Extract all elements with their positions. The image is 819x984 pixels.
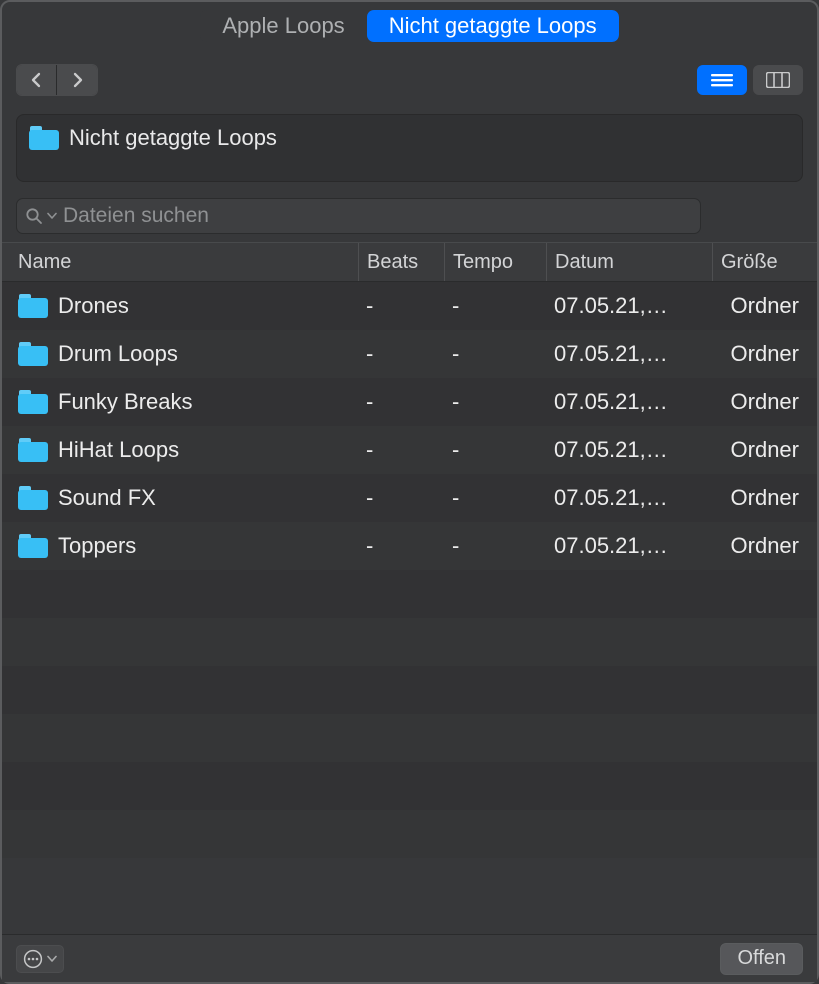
cell-beats: - — [358, 293, 444, 319]
list-icon — [711, 73, 733, 87]
chevron-down-icon[interactable] — [47, 212, 57, 220]
cell-beats: - — [358, 341, 444, 367]
table-row[interactable]: Drum Loops - - 07.05.21,… Ordner — [2, 330, 817, 378]
search-container — [16, 198, 803, 234]
search-icon — [25, 207, 43, 225]
search-input[interactable] — [61, 203, 692, 229]
columns-icon — [766, 72, 790, 88]
cell-size: Ordner — [712, 437, 817, 463]
cell-size: Ordner — [712, 341, 817, 367]
table-row[interactable]: Sound FX - - 07.05.21,… Ordner — [2, 474, 817, 522]
folder-icon — [18, 438, 48, 462]
cell-date: 07.05.21,… — [546, 437, 712, 463]
folder-icon — [18, 390, 48, 414]
column-size[interactable]: Größe — [712, 243, 817, 281]
file-name: HiHat Loops — [58, 437, 179, 463]
cell-tempo: - — [444, 533, 546, 559]
table-row[interactable]: Funky Breaks - - 07.05.21,… Ordner — [2, 378, 817, 426]
back-button[interactable] — [17, 65, 57, 95]
ellipsis-circle-icon — [23, 949, 43, 969]
file-name: Drones — [58, 293, 129, 319]
cell-size: Ordner — [712, 533, 817, 559]
cell-date: 07.05.21,… — [546, 485, 712, 511]
folder-icon — [29, 126, 59, 150]
table-row[interactable]: HiHat Loops - - 07.05.21,… Ordner — [2, 426, 817, 474]
folder-icon — [18, 534, 48, 558]
cell-tempo: - — [444, 485, 546, 511]
cell-tempo: - — [444, 437, 546, 463]
column-tempo[interactable]: Tempo — [444, 243, 546, 281]
chevron-left-icon — [31, 72, 42, 88]
path-well[interactable]: Nicht getaggte Loops — [16, 114, 803, 182]
table-row-empty — [2, 570, 817, 618]
open-button[interactable]: Offen — [720, 943, 803, 975]
cell-date: 07.05.21,… — [546, 389, 712, 415]
column-header: Name Beats Tempo Datum Größe — [2, 242, 817, 282]
column-date[interactable]: Datum — [546, 243, 712, 281]
table-row-empty — [2, 810, 817, 858]
cell-tempo: - — [444, 341, 546, 367]
table-row-empty — [2, 666, 817, 714]
cell-beats: - — [358, 437, 444, 463]
list-view-button[interactable] — [697, 65, 747, 95]
actions-menu-button[interactable] — [16, 945, 64, 973]
column-view-button[interactable] — [753, 65, 803, 95]
tab-apple-loops[interactable]: Apple Loops — [200, 10, 366, 42]
table-row-empty — [2, 714, 817, 762]
table-row[interactable]: Toppers - - 07.05.21,… Ordner — [2, 522, 817, 570]
folder-icon — [18, 342, 48, 366]
table-row-empty — [2, 762, 817, 810]
cell-beats: - — [358, 485, 444, 511]
table-row[interactable]: Drones - - 07.05.21,… Ordner — [2, 282, 817, 330]
cell-date: 07.05.21,… — [546, 533, 712, 559]
file-name: Sound FX — [58, 485, 156, 511]
file-name: Drum Loops — [58, 341, 178, 367]
file-list: Drones - - 07.05.21,… Ordner Drum Loops … — [2, 282, 817, 934]
cell-tempo: - — [444, 389, 546, 415]
view-mode-group — [697, 65, 803, 95]
toolbar — [2, 46, 817, 106]
column-beats[interactable]: Beats — [358, 243, 444, 281]
table-row-empty — [2, 618, 817, 666]
cell-date: 07.05.21,… — [546, 341, 712, 367]
cell-tempo: - — [444, 293, 546, 319]
folder-icon — [18, 486, 48, 510]
cell-size: Ordner — [712, 293, 817, 319]
tab-untagged-loops[interactable]: Nicht getaggte Loops — [367, 10, 619, 42]
chevron-right-icon — [72, 72, 83, 88]
search-field[interactable] — [16, 198, 701, 234]
footer-bar: Offen — [2, 934, 817, 982]
tab-segment: Apple Loops Nicht getaggte Loops — [200, 10, 618, 42]
top-tab-bar: Apple Loops Nicht getaggte Loops — [2, 6, 817, 46]
chevron-down-icon — [47, 955, 57, 963]
file-name: Funky Breaks — [58, 389, 193, 415]
cell-date: 07.05.21,… — [546, 293, 712, 319]
breadcrumb-label: Nicht getaggte Loops — [69, 125, 277, 151]
cell-size: Ordner — [712, 485, 817, 511]
cell-beats: - — [358, 389, 444, 415]
cell-beats: - — [358, 533, 444, 559]
column-name[interactable]: Name — [18, 243, 358, 281]
cell-size: Ordner — [712, 389, 817, 415]
forward-button[interactable] — [57, 65, 97, 95]
folder-icon — [18, 294, 48, 318]
file-name: Toppers — [58, 533, 136, 559]
history-nav-group — [16, 64, 98, 96]
